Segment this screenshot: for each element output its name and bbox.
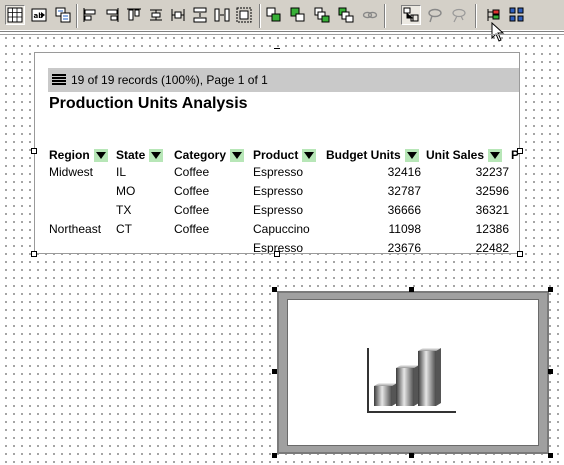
field-list-icon[interactable] [507,5,527,25]
sort-arrow-icon[interactable] [93,148,108,162]
align-middle-icon[interactable] [146,5,166,25]
cell-product: Espresso [253,184,304,198]
chart-handle-top[interactable] [409,287,414,292]
sort-arrow-icon[interactable] [149,148,164,162]
canvas-top-edge [0,34,564,35]
lasso-icon[interactable] [401,5,421,25]
column-header-row: Region State Category Product Budget Uni… [35,147,519,163]
cell-budget-units: 36666 [387,203,421,217]
cell-category: Coffee [174,165,210,179]
lasso-hint-icon[interactable] [425,5,445,25]
bar-chart-icon [367,348,456,413]
chart-handle-top-left[interactable] [272,287,277,292]
chart-handle-bottom[interactable] [409,453,414,458]
cell-state: MO [116,184,136,198]
sort-arrow-icon[interactable] [302,148,317,162]
designer-toolbar: ab [0,0,564,42]
cell-unit-sales: 32596 [475,184,509,198]
resize-handle-bottom[interactable] [274,251,280,257]
report-component[interactable]: 19 of 19 records (100%), Page 1 of 1 Pro… [34,52,520,254]
sort-arrow-icon[interactable] [404,148,419,162]
mouse-cursor-icon [491,21,505,44]
table-row: MO Coffee Espresso 32787 32596 [35,184,519,203]
cell-unit-sales: 36321 [475,203,509,217]
chart-handle-top-right[interactable] [548,287,553,292]
cell-region: Northeast [49,222,102,236]
chart-placeholder [287,299,539,446]
table-row: Northeast CT Coffee Capuccino 11098 1238… [35,222,519,241]
align-right-icon[interactable] [102,5,122,25]
cell-unit-sales: 32237 [475,165,509,179]
distribute-horizontal-icon[interactable] [212,5,232,25]
cell-region: Midwest [49,165,94,179]
report-title: Production Units Analysis [49,95,248,112]
column-header-category[interactable]: Category [174,147,245,163]
table-row: TX Coffee Espresso 36666 36321 [35,203,519,222]
cell-budget-units: 23676 [387,241,421,254]
records-icon [52,73,66,85]
bring-to-front-icon[interactable] [312,5,332,25]
grid-icon[interactable] [5,5,25,25]
chart-handle-left[interactable] [272,369,277,374]
cell-product: Espresso [253,203,304,217]
resize-handle-bottom-right[interactable] [517,251,523,257]
resize-handle-right[interactable] [517,148,523,154]
cell-category: Coffee [174,184,210,198]
cell-budget-units: 32416 [387,165,421,179]
record-status-bar: 19 of 19 records (100%), Page 1 of 1 [48,68,519,92]
cell-state: CT [116,222,132,236]
send-to-back-icon[interactable] [336,5,356,25]
chart-handle-bottom-left[interactable] [272,453,277,458]
cell-category: Coffee [174,222,210,236]
cell-product: Capuccino [253,222,310,236]
chart-component[interactable] [277,291,549,454]
cell-unit-sales: 22482 [475,241,509,254]
send-backward-icon[interactable] [288,5,308,25]
align-center-icon[interactable] [168,5,188,25]
column-header-product[interactable]: Product [253,147,317,163]
link-chain-icon[interactable] [360,5,380,25]
column-header-unit-sales[interactable]: Unit Sales [426,147,503,163]
column-header-budget-units[interactable]: Budget Units [326,147,419,163]
align-top-icon[interactable] [124,5,144,25]
chart-handle-bottom-right[interactable] [548,453,553,458]
cell-product: Espresso [253,165,304,179]
resize-handle-top[interactable] [274,48,280,49]
resize-handle-left[interactable] [31,148,37,154]
resize-handle-bottom-left[interactable] [31,251,37,257]
group-icon[interactable] [234,5,254,25]
record-status-text: 19 of 19 records (100%), Page 1 of 1 [71,73,268,87]
align-left-icon[interactable] [80,5,100,25]
cell-category: Coffee [174,203,210,217]
cell-state: IL [116,165,127,179]
column-header-region[interactable]: Region [49,147,108,163]
table-row: Midwest IL Coffee Espresso 32416 32237 [35,165,519,184]
lasso-off-icon[interactable] [449,5,469,25]
tab-order-icon[interactable]: ab [29,5,49,25]
cell-budget-units: 11098 [388,222,421,236]
cell-unit-sales: 12386 [475,222,509,236]
column-header-state[interactable]: State [116,147,164,163]
layers-icon[interactable] [53,5,73,25]
sort-arrow-icon[interactable] [230,148,245,162]
cell-state: TX [116,203,132,217]
bring-forward-icon[interactable] [264,5,284,25]
cell-budget-units: 32787 [387,184,421,198]
sort-arrow-icon[interactable] [488,148,503,162]
chart-handle-right[interactable] [548,369,553,374]
distribute-vertical-icon[interactable] [190,5,210,25]
